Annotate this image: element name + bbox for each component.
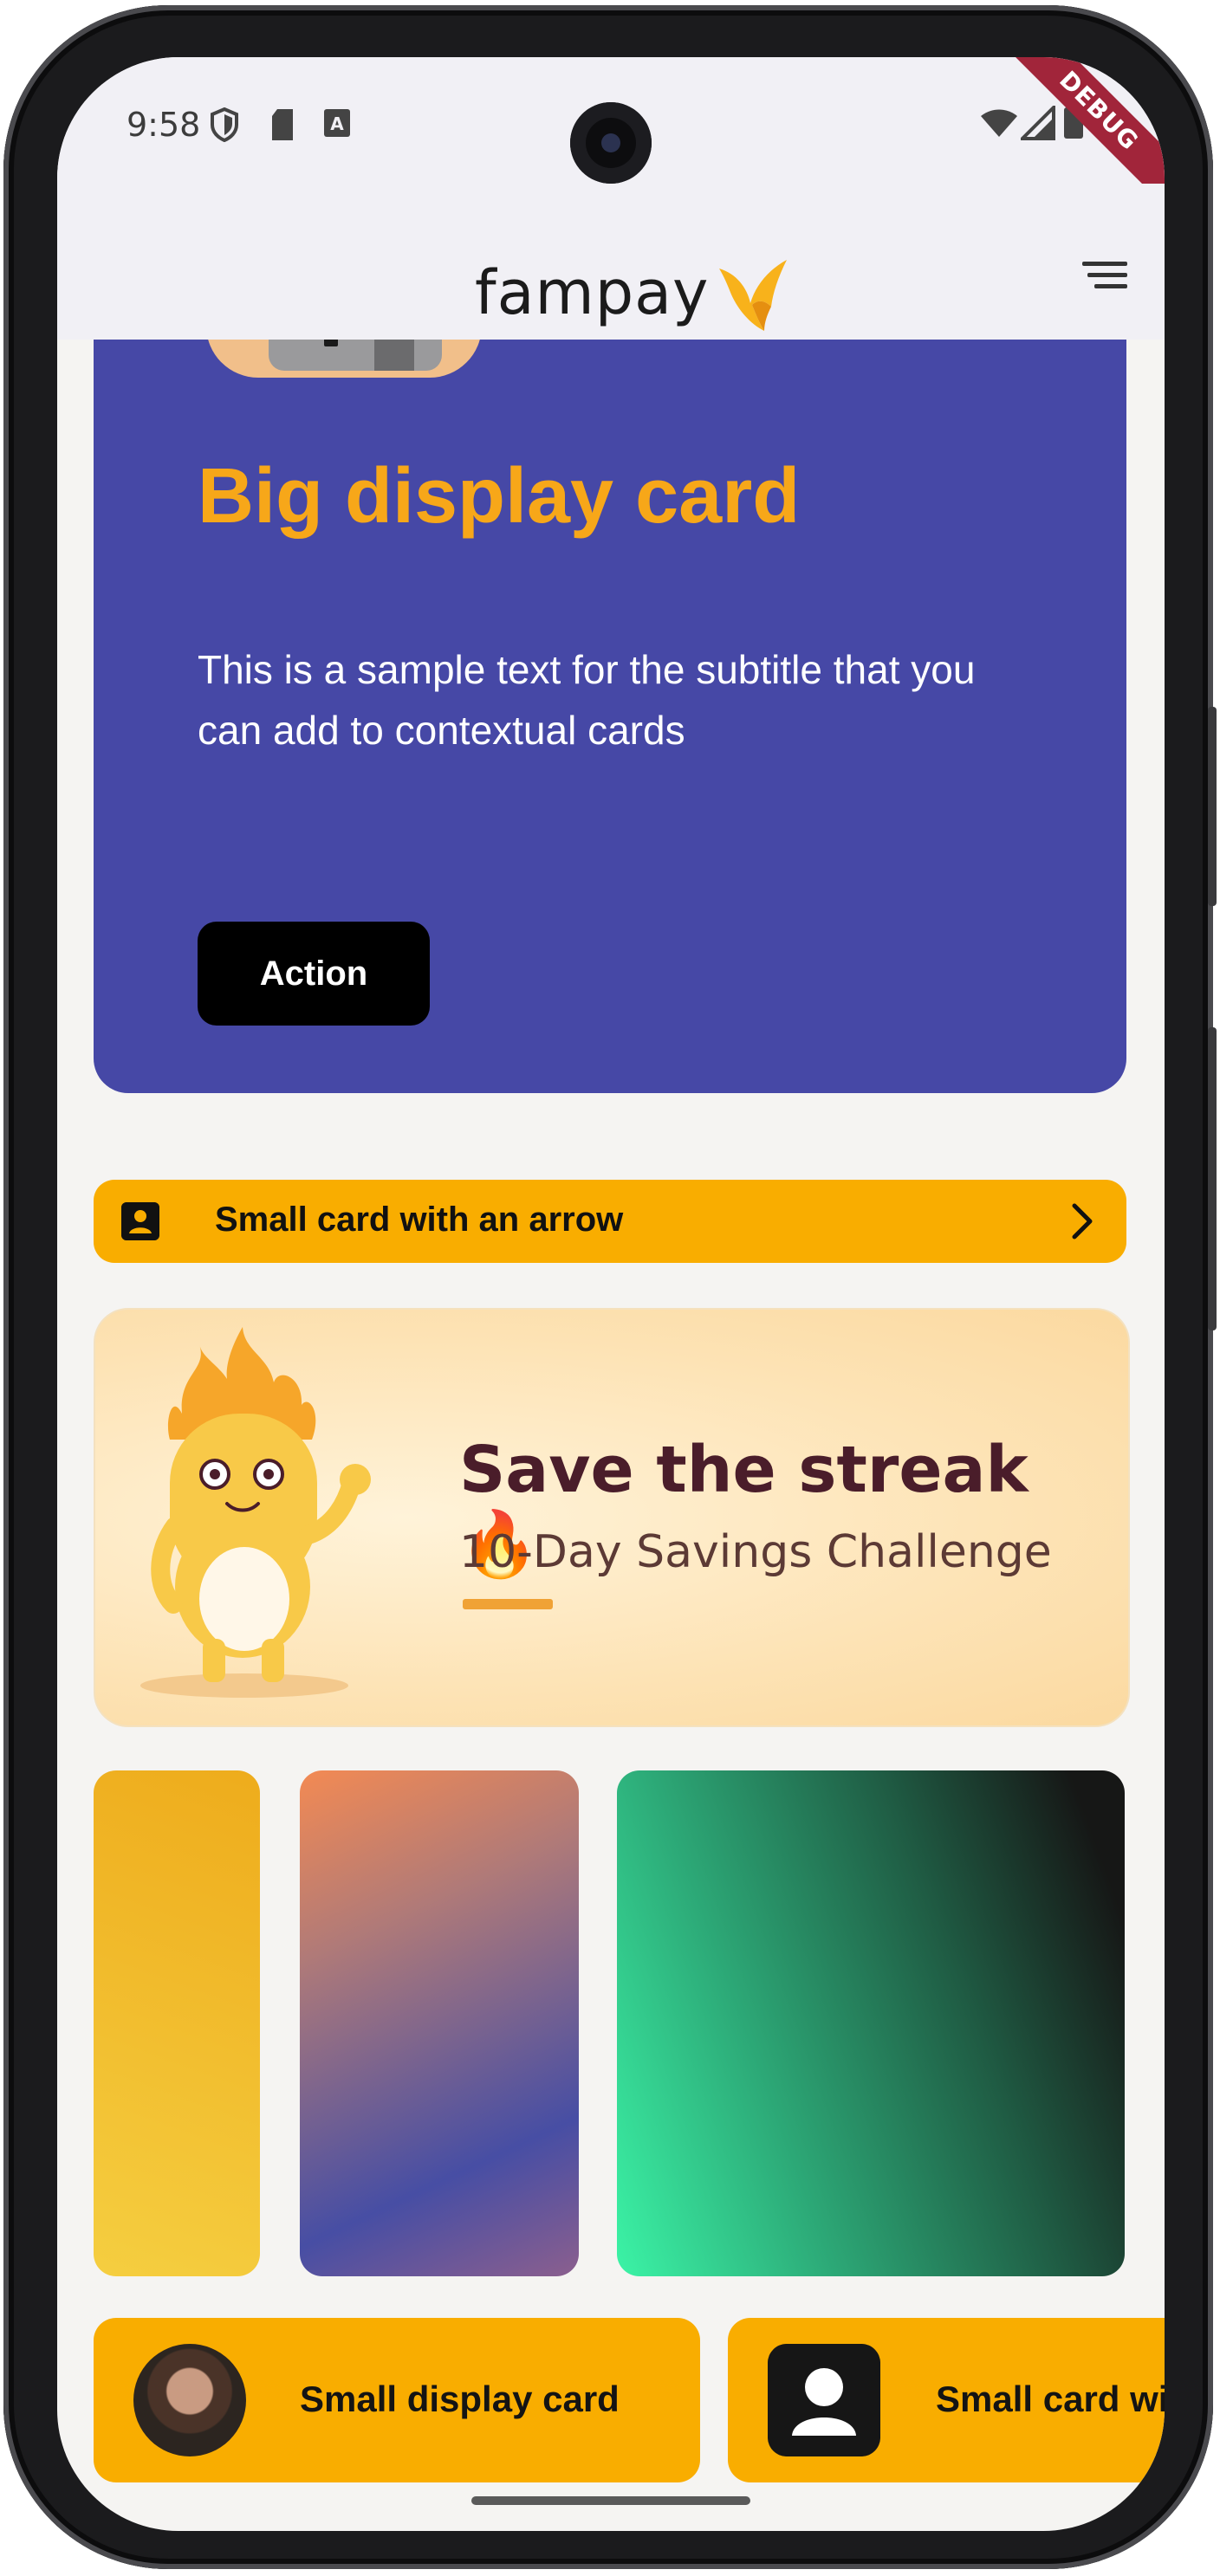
shield-icon — [211, 107, 238, 142]
action-button[interactable]: Action — [198, 922, 430, 1026]
small-display-card[interactable]: Small display card — [94, 2318, 700, 2482]
save-the-streak-banner[interactable]: Save the streak 🔥 10-Day Savings Challen… — [94, 1308, 1130, 1727]
logo-text: fampay — [475, 257, 710, 328]
small-card-with-icon-label: Small card wi — [936, 2379, 1165, 2419]
phone-frame: 9:58 A DEBUG fampay Big display card Thi… — [3, 5, 1217, 2569]
flame-mascot-illustration — [140, 1327, 371, 1698]
home-indicator[interactable] — [471, 2496, 750, 2505]
small-card-with-arrow[interactable]: Small card with an arrow — [94, 1180, 1126, 1263]
account-box-icon — [121, 1202, 159, 1240]
status-bar: 9:58 A DEBUG — [57, 57, 1165, 218]
front-camera — [570, 102, 652, 184]
volume-button — [1208, 1027, 1217, 1330]
banner-subtitle: 10-Day Savings Challenge — [459, 1526, 1052, 1578]
screen: 9:58 A DEBUG fampay Big display card Thi… — [57, 57, 1165, 2531]
svg-text:A: A — [330, 113, 344, 134]
signal-icon — [1021, 106, 1055, 140]
arrow-card-label: Small card with an arrow — [215, 1201, 624, 1239]
chevron-right-icon — [1072, 1203, 1093, 1239]
sd-card-icon — [272, 109, 293, 140]
wifi-icon — [981, 109, 1017, 137]
gradient-card-green-black[interactable] — [617, 1770, 1125, 2276]
fampay-bird-icon — [719, 260, 788, 331]
small-card-with-icon[interactable]: Small card wi — [728, 2318, 1165, 2482]
card-feed[interactable]: Big display card This is a sample text f… — [57, 340, 1165, 2531]
power-button — [1208, 707, 1217, 906]
lock-illustration — [206, 340, 482, 378]
app-bar: fampay — [57, 184, 1165, 340]
big-card-title: Big display card — [198, 453, 801, 540]
gradient-card-orange-purple[interactable] — [300, 1770, 579, 2276]
banner-underline — [463, 1599, 553, 1609]
small-display-card-label: Small display card — [300, 2379, 620, 2419]
avatar — [133, 2344, 246, 2456]
status-time: 9:58 — [127, 106, 201, 144]
big-display-card[interactable]: Big display card This is a sample text f… — [94, 340, 1126, 1093]
menu-icon[interactable] — [1078, 258, 1130, 293]
user-icon — [768, 2344, 880, 2456]
gradient-card-yellow[interactable] — [94, 1770, 260, 2276]
font-icon: A — [324, 109, 350, 137]
lock-body — [269, 340, 442, 371]
fampay-logo: fampay — [475, 253, 790, 333]
big-card-subtitle: This is a sample text for the subtitle t… — [198, 647, 976, 753]
keyhole — [324, 340, 338, 346]
